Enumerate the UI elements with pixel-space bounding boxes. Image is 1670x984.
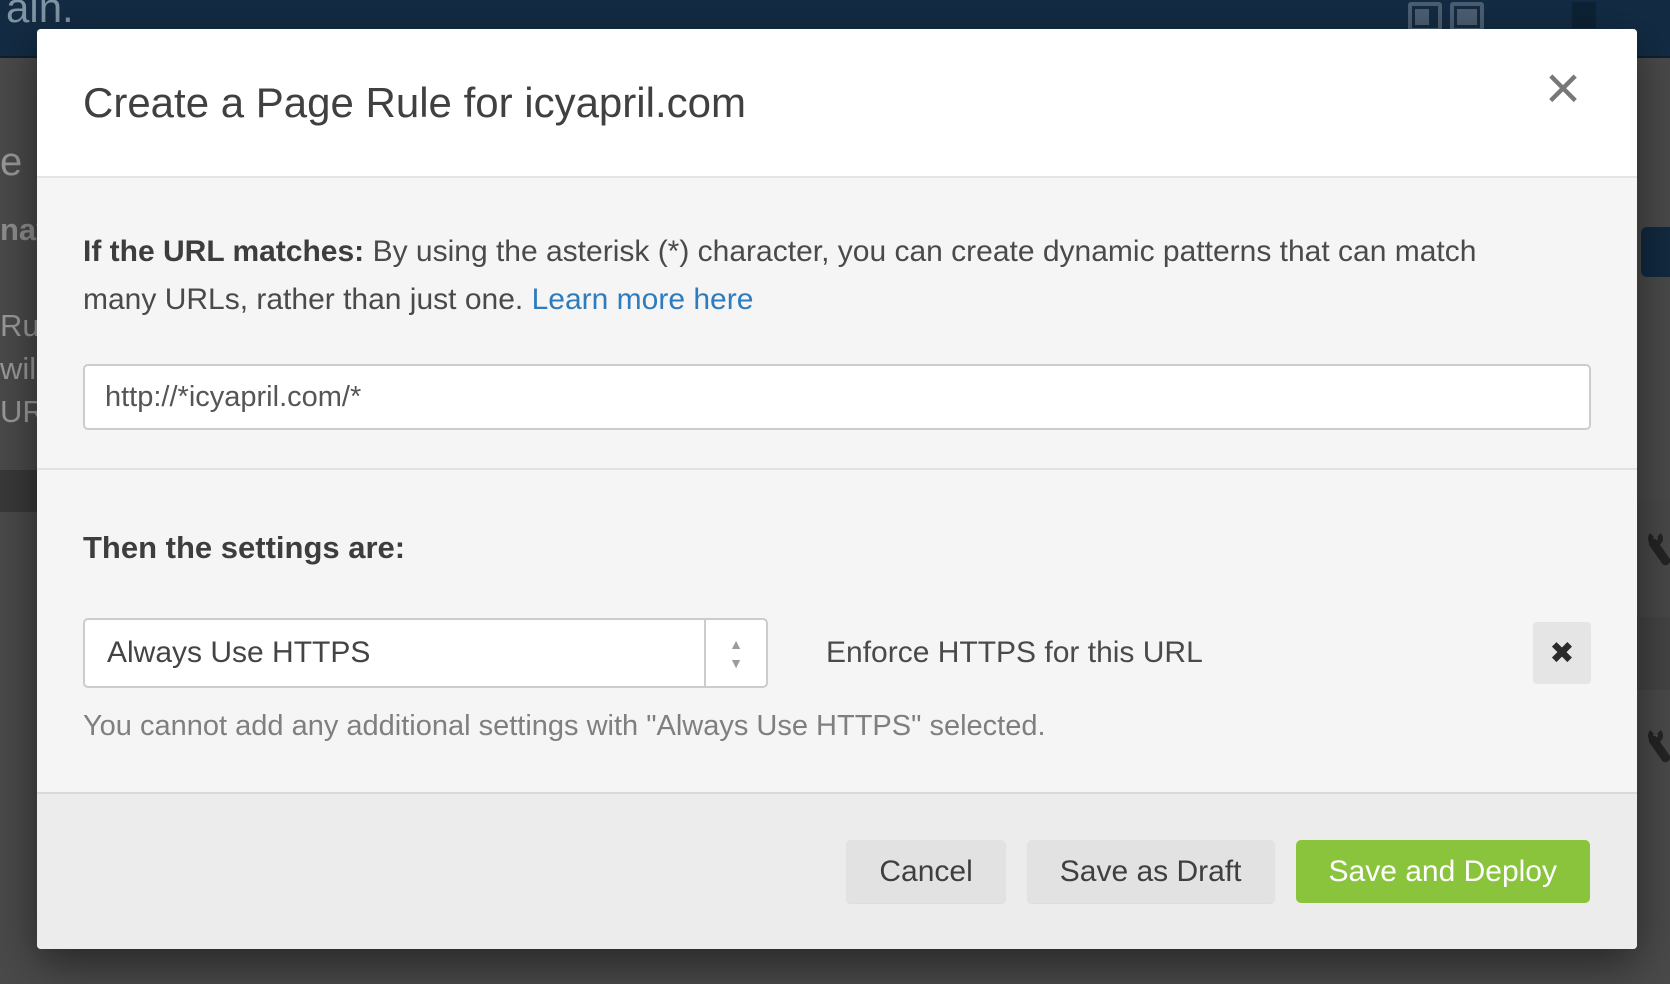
remove-setting-button[interactable]: ✖ (1533, 622, 1591, 684)
backdrop-text-fragment: nav (0, 212, 37, 248)
url-match-desc-line1: By using the asterisk (*) character, you… (373, 235, 1477, 268)
wrench-icon (1646, 728, 1670, 768)
wrench-icon (1646, 531, 1670, 571)
url-match-label: If the URL matches: (83, 235, 364, 268)
delete-x-icon: ✖ (1549, 636, 1574, 671)
setting-row: Always Use HTTPS ▲ ▼ Enforce HTTPS for t… (83, 618, 1591, 688)
backdrop-text-fragment: Ru (0, 308, 37, 344)
url-pattern-input[interactable] (83, 364, 1591, 430)
url-match-section: If the URL matches: By using the asterisk… (37, 178, 1637, 470)
screen: ain. e nav Ru will UR Create a Page Rule… (0, 0, 1670, 984)
cancel-button[interactable]: Cancel (846, 840, 1005, 903)
create-page-rule-modal: Create a Page Rule for icyapril.com × If… (37, 29, 1637, 949)
modal-title: Create a Page Rule for icyapril.com (83, 79, 746, 127)
chevron-down-icon: ▼ (729, 656, 743, 670)
modal-footer: Cancel Save as Draft Save and Deploy (37, 792, 1637, 949)
save-and-deploy-button[interactable]: Save and Deploy (1296, 840, 1591, 903)
backdrop-row-fragment (1637, 617, 1670, 690)
settings-section: Then the settings are: Always Use HTTPS … (37, 470, 1637, 743)
setting-select-value: Always Use HTTPS (85, 620, 704, 686)
learn-more-link[interactable]: Learn more here (532, 283, 754, 316)
setting-description: Enforce HTTPS for this URL (826, 636, 1203, 670)
backdrop-domain-text: ain. (6, 0, 74, 32)
select-stepper-icon[interactable]: ▲ ▼ (704, 620, 766, 686)
backdrop-button-fragment (1641, 227, 1670, 277)
url-match-desc-line2: many URLs, rather than just one. (83, 283, 523, 316)
hidden-navbar-icon-fragment (1572, 2, 1596, 28)
modal-titlebar: Create a Page Rule for icyapril.com × (37, 29, 1637, 178)
chevron-up-icon: ▲ (729, 637, 743, 651)
backdrop-text-fragment: UR (0, 394, 37, 430)
backdrop-text-fragment: will (0, 351, 37, 387)
setting-select[interactable]: Always Use HTTPS ▲ ▼ (83, 618, 768, 688)
close-icon[interactable]: × (1531, 57, 1595, 121)
apps-grid-icon (1408, 2, 1488, 32)
save-as-draft-button[interactable]: Save as Draft (1027, 840, 1275, 903)
backdrop-table-header-fragment (0, 470, 37, 512)
settings-heading: Then the settings are: (83, 530, 1591, 566)
backdrop-text-fragment: e (0, 140, 37, 185)
url-match-description: If the URL matches: By using the asterisk… (83, 228, 1591, 324)
setting-helper-text: You cannot add any additional settings w… (83, 710, 1591, 743)
